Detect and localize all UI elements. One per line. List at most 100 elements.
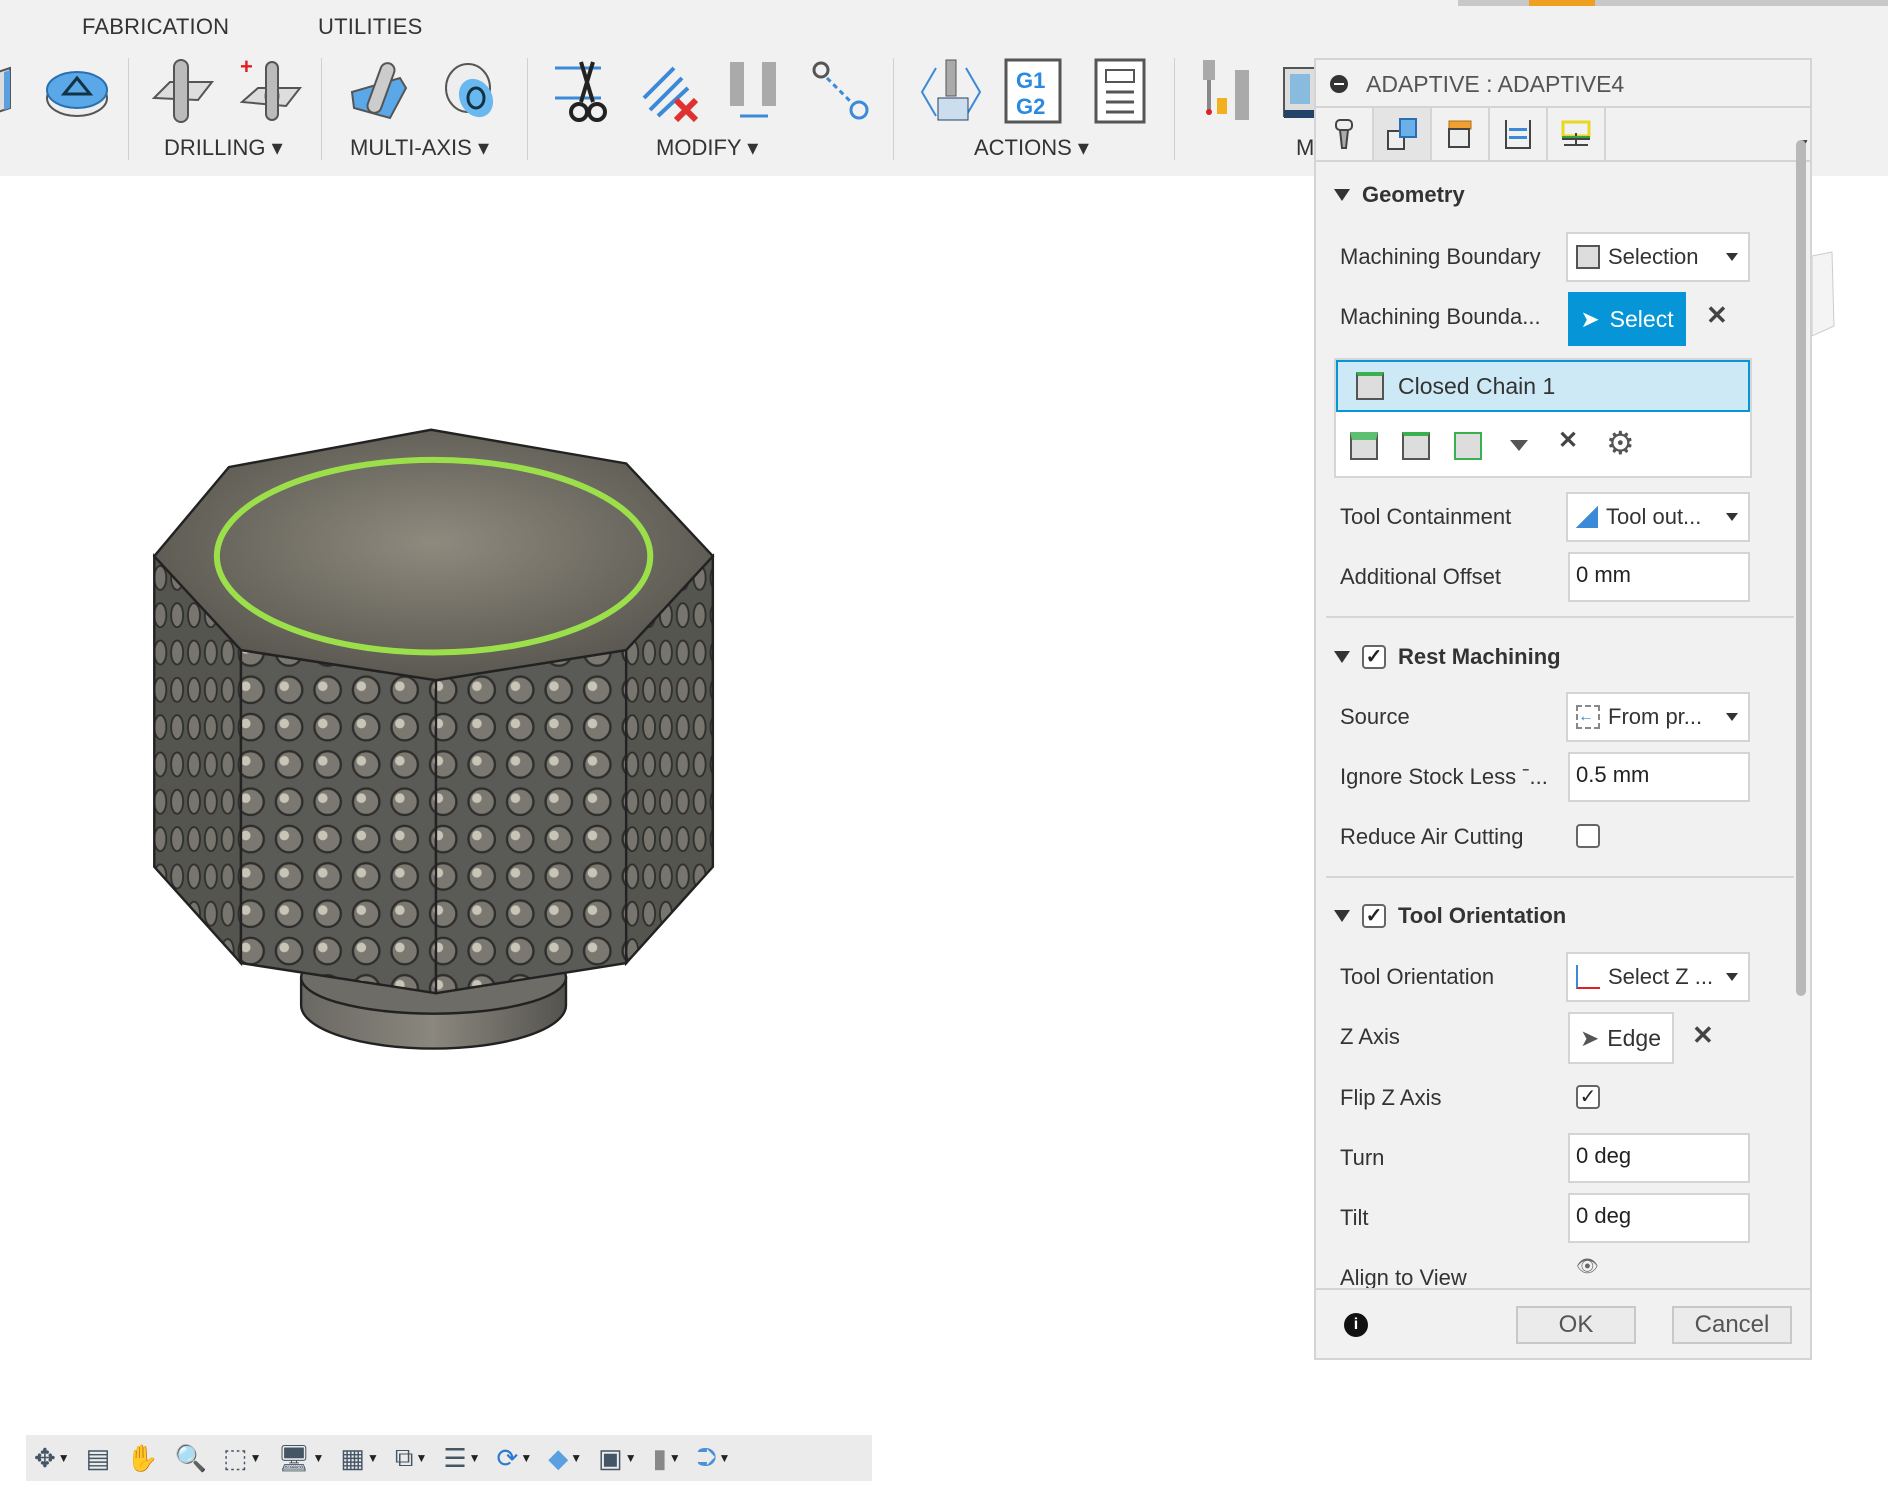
- look-at-button[interactable]: ▤: [86, 1443, 111, 1474]
- flip-z-axis-checkbox[interactable]: ✓: [1576, 1085, 1600, 1109]
- align-to-view-eye-icon[interactable]: 👁: [1576, 1256, 1599, 1277]
- fit-icon: ⬚: [223, 1442, 248, 1473]
- tool-orientation-dropdown[interactable]: Select Z ...: [1566, 952, 1750, 1002]
- machine-button[interactable]: ▣ ▼: [598, 1443, 636, 1474]
- linking-icon: [1561, 120, 1591, 146]
- connect-icon: ⮊: [696, 1442, 717, 1472]
- chevron-down-icon: [1726, 713, 1738, 721]
- machine-icon: ▣: [598, 1442, 623, 1473]
- chevron-down-icon: ▼: [718, 1451, 731, 1465]
- machined-part-model[interactable]: [152, 428, 715, 1050]
- fit-button[interactable]: ⬚ ▼: [223, 1443, 261, 1474]
- gear-icon[interactable]: ⚙: [1606, 424, 1635, 462]
- orbit-icon: ✥: [34, 1442, 56, 1473]
- chevron-down-icon: [1726, 253, 1738, 261]
- chevron-down-icon: ▼: [366, 1451, 379, 1465]
- chevron-down-icon: [1726, 973, 1738, 981]
- pan-icon: ✋: [126, 1442, 159, 1473]
- selection-item-closed-chain[interactable]: Closed Chain 1: [1336, 360, 1750, 412]
- collapse-triangle-icon: [1334, 651, 1350, 663]
- boundary-selection-icon: [1576, 245, 1600, 269]
- layers-icon: ☰: [443, 1442, 467, 1473]
- ok-button[interactable]: OK: [1516, 1306, 1636, 1344]
- cursor-icon: ➤: [1580, 1024, 1600, 1051]
- info-icon[interactable]: i: [1344, 1313, 1368, 1337]
- tilt-input[interactable]: 0 deg: [1568, 1193, 1750, 1243]
- display-icon: 🖥: [277, 1442, 311, 1473]
- reduce-air-cutting-checkbox[interactable]: [1576, 824, 1600, 848]
- source-icon: ←: [1576, 705, 1600, 729]
- clear-selection-icon[interactable]: ✕: [1706, 300, 1728, 331]
- heights-icon: [1448, 120, 1472, 148]
- tool-orientation-checkbox[interactable]: ✓: [1362, 904, 1386, 928]
- tool-orientation-section-header[interactable]: ✓ Tool Orientation: [1334, 903, 1566, 929]
- layers-button[interactable]: ☰ ▼: [443, 1443, 480, 1474]
- chain-item-label: Closed Chain 1: [1398, 372, 1556, 399]
- select-faces-icon[interactable]: [1350, 432, 1378, 460]
- orbit-button[interactable]: ✥ ▼: [34, 1443, 70, 1474]
- source-label: Source: [1340, 704, 1410, 729]
- connect-button[interactable]: ⮊ ▼: [697, 1442, 731, 1474]
- additional-offset-input[interactable]: 0 mm: [1568, 552, 1750, 602]
- chevron-down-icon: ▼: [520, 1451, 533, 1465]
- chain-icon: [1356, 372, 1384, 400]
- tool-containment-dropdown[interactable]: Tool out...: [1566, 492, 1750, 542]
- look-at-icon: ▤: [85, 1442, 111, 1473]
- geometry-section-header[interactable]: Geometry: [1334, 182, 1465, 208]
- zoom-button[interactable]: 🔍: [175, 1443, 207, 1474]
- scrollbar[interactable]: [1796, 140, 1806, 996]
- selection-list: Closed Chain 1 ✕ ⚙: [1334, 358, 1752, 478]
- chevron-down-icon[interactable]: [1510, 440, 1528, 451]
- clear-z-axis-icon[interactable]: ✕: [1692, 1020, 1714, 1051]
- turn-input[interactable]: 0 deg: [1568, 1133, 1750, 1183]
- z-axis-label: Z Axis: [1340, 1024, 1400, 1049]
- rest-machining-section-header[interactable]: ✓ Rest Machining: [1334, 644, 1561, 670]
- tab-passes[interactable]: [1490, 108, 1548, 160]
- geometry-icon: [1387, 118, 1417, 150]
- pan-button[interactable]: ✋: [126, 1443, 158, 1474]
- select-button[interactable]: ➤ Select: [1568, 292, 1686, 346]
- source-dropdown[interactable]: ← From pr...: [1566, 692, 1750, 742]
- z-axis-edge-button[interactable]: ➤ Edge: [1568, 1012, 1674, 1064]
- tab-tool[interactable]: [1316, 108, 1374, 160]
- turn-label: Turn: [1340, 1145, 1385, 1170]
- chevron-down-icon: ▼: [668, 1451, 681, 1465]
- select-chain-icon[interactable]: [1402, 432, 1430, 460]
- grid-button[interactable]: ▦ ▼: [340, 1443, 378, 1474]
- machining-boundary-label: Machining Boundary: [1340, 244, 1541, 269]
- flip-z-axis-label: Flip Z Axis: [1340, 1085, 1442, 1110]
- chevron-down-icon: ▼: [468, 1451, 481, 1465]
- display-settings-button[interactable]: 🖥 ▼: [277, 1443, 324, 1474]
- tab-heights[interactable]: [1432, 108, 1490, 160]
- divider: [1326, 616, 1794, 618]
- select-silhouette-icon[interactable]: [1454, 432, 1482, 460]
- grid-icon: ▦: [340, 1442, 365, 1473]
- tab-linking[interactable]: [1548, 108, 1606, 160]
- rest-machining-checkbox[interactable]: ✓: [1362, 645, 1386, 669]
- rest-machining-header: Rest Machining: [1398, 644, 1561, 669]
- cancel-button[interactable]: Cancel: [1672, 1306, 1792, 1344]
- ignore-stock-label: Ignore Stock Less ˉ...: [1340, 764, 1548, 789]
- ignore-stock-input[interactable]: 0.5 mm: [1568, 752, 1750, 802]
- chevron-down-icon: ▼: [415, 1451, 428, 1465]
- dropdown-value: Select Z ...: [1608, 964, 1714, 989]
- view-cube-button[interactable]: ⧉ ▼: [395, 1442, 427, 1474]
- refresh-icon: ⟳: [496, 1442, 519, 1473]
- z-axis-value: Edge: [1607, 1024, 1661, 1051]
- axis-icon: [1576, 965, 1600, 989]
- tool-button[interactable]: ▮ ▼: [653, 1443, 681, 1474]
- dialog-title-bar[interactable]: ADAPTIVE : ADAPTIVE4: [1316, 60, 1810, 108]
- tab-geometry[interactable]: [1374, 108, 1432, 160]
- collapse-triangle-icon: [1334, 910, 1350, 922]
- dropdown-value: Tool out...: [1606, 504, 1702, 529]
- tool-containment-icon: [1576, 506, 1598, 528]
- visual-style-button[interactable]: ◆ ▼: [548, 1443, 582, 1474]
- collapse-icon[interactable]: [1330, 75, 1348, 93]
- refresh-button[interactable]: ⟳ ▼: [497, 1443, 533, 1474]
- remove-item-icon[interactable]: ✕: [1558, 426, 1578, 455]
- dialog-title: ADAPTIVE : ADAPTIVE4: [1366, 71, 1625, 97]
- navigation-bar: ✥ ▼ ▤ ✋ 🔍 ⬚ ▼ 🖥 ▼ ▦ ▼ ⧉ ▼ ☰ ▼ ⟳ ▼ ◆ ▼ ▣ ▼ ▮ ▼ ⮊ ▼: [26, 1435, 872, 1481]
- machining-boundary-dropdown[interactable]: Selection: [1566, 232, 1750, 282]
- boundary-selection-label: Machining Bounda...: [1340, 304, 1541, 329]
- chevron-down-icon: ▼: [624, 1451, 637, 1465]
